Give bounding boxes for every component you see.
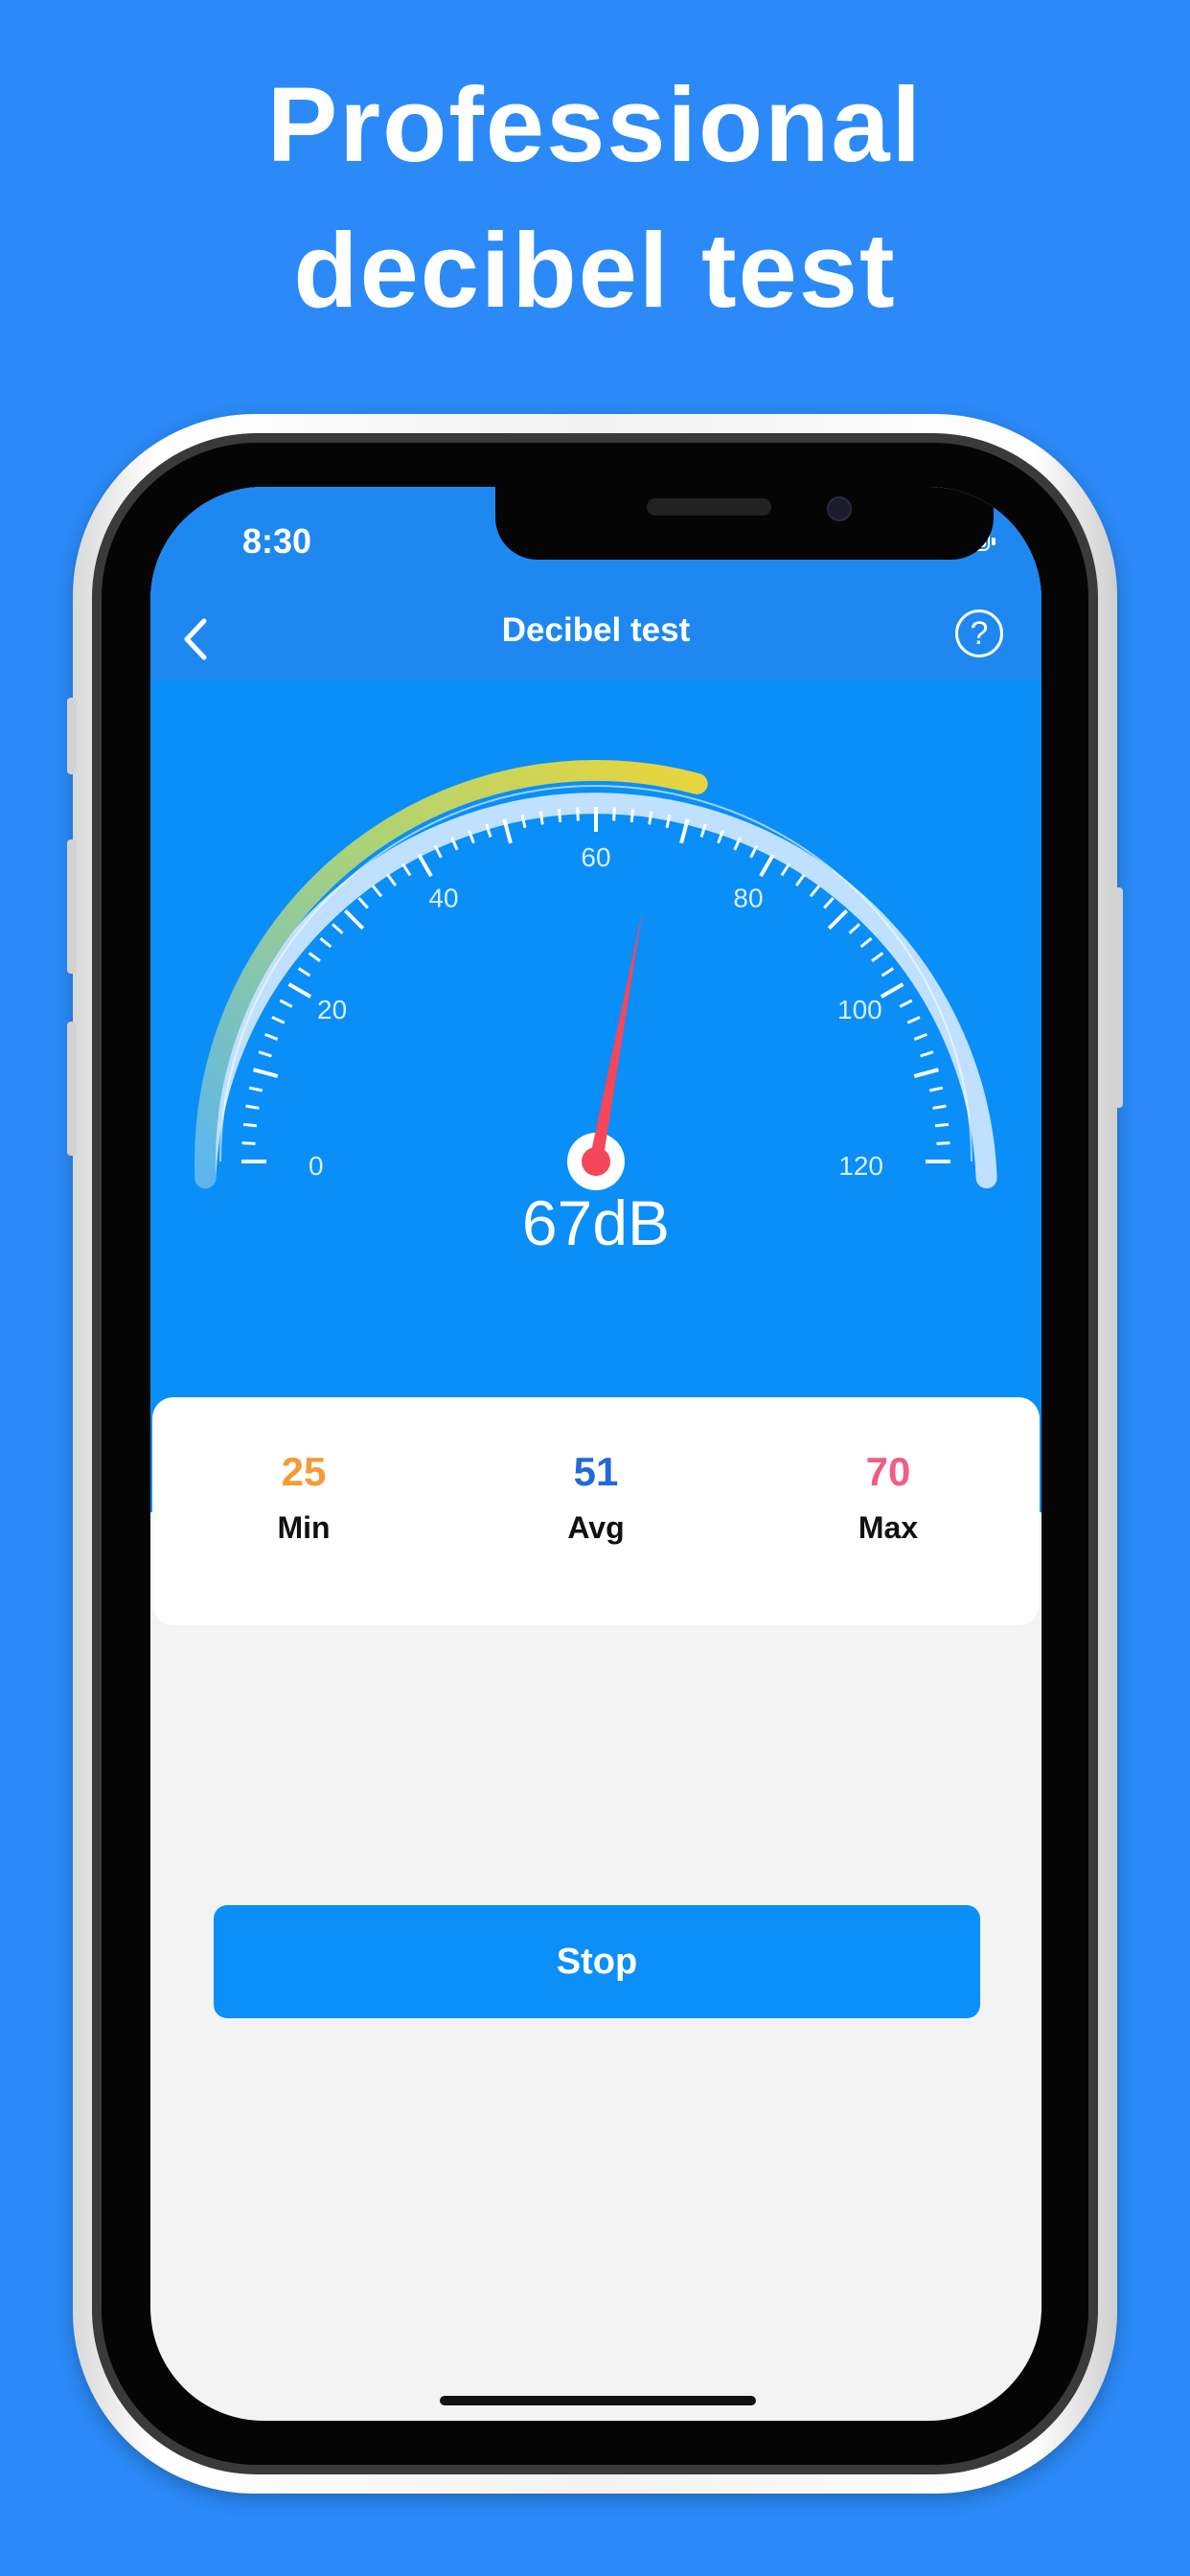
gauge-minor-tick — [258, 1050, 272, 1058]
decibel-reading: 67dB — [521, 1187, 671, 1258]
gauge-major-tick — [880, 982, 904, 999]
stat-min: 25 Min — [160, 1449, 447, 1546]
gauge-major-tick — [417, 853, 433, 878]
help-button[interactable]: ? — [955, 610, 1003, 657]
gauge-minor-tick — [386, 873, 397, 886]
stat-max-value: 70 — [865, 1449, 911, 1494]
gauge-minor-tick — [871, 952, 884, 962]
stat-min-label: Min — [277, 1510, 331, 1545]
stat-max-label: Max — [858, 1510, 919, 1545]
volume-down-button — [67, 1022, 77, 1156]
gauge-minor-tick — [357, 897, 369, 909]
gauge-tick-label: 100 — [837, 995, 882, 1024]
gauge-minor-tick — [920, 1050, 934, 1058]
gauge-minor-tick — [271, 1016, 286, 1024]
gauge-minor-tick — [297, 967, 311, 978]
gauge-minor-tick — [242, 1122, 258, 1128]
stat-avg: 51 Avg — [452, 1449, 740, 1546]
gauge-minor-tick — [934, 1122, 950, 1128]
gauge-major-tick — [759, 853, 775, 878]
gauge-minor-tick — [936, 1141, 950, 1145]
gauge-tick-label: 20 — [317, 995, 347, 1024]
gauge-minor-tick — [401, 862, 412, 877]
gauge-minor-tick — [612, 807, 616, 821]
stat-min-value: 25 — [281, 1449, 327, 1494]
gauge-needle — [589, 907, 644, 1163]
gauge-major-tick — [913, 1068, 939, 1078]
stat-avg-value: 51 — [573, 1449, 619, 1494]
needle-cap — [582, 1147, 610, 1176]
volume-up-button — [67, 840, 77, 974]
gauge-minor-tick — [557, 808, 562, 823]
gauge-minor-tick — [629, 808, 635, 823]
stat-avg-label: Avg — [567, 1510, 625, 1545]
stop-button[interactable]: Stop — [214, 1905, 980, 2018]
gauge-minor-tick — [245, 1104, 260, 1110]
speaker-grille — [647, 498, 771, 516]
gauge-minor-tick — [332, 923, 344, 934]
gauge-minor-tick — [906, 1016, 921, 1024]
app-screen: 8:30 ●●●● Decibel test ? 020406080100120… — [150, 487, 1041, 2421]
gauge-tick-label: 120 — [838, 1151, 883, 1181]
gauge-minor-tick — [795, 873, 806, 886]
front-camera — [827, 496, 852, 521]
home-indicator[interactable] — [440, 2396, 756, 2405]
promo-headline: Professional decibel test — [0, 53, 1190, 344]
gauge-minor-tick — [576, 807, 580, 821]
gauge-minor-tick — [859, 936, 873, 949]
gauge-minor-tick — [319, 936, 332, 949]
page-title: Decibel test — [501, 611, 691, 649]
gauge-minor-tick — [241, 1141, 256, 1145]
gauge-minor-tick — [371, 885, 383, 898]
promo-line-2: decibel test — [293, 212, 897, 330]
gauge-minor-tick — [899, 999, 913, 1008]
gauge-tick-label: 40 — [428, 884, 458, 913]
status-time: 8:30 — [242, 521, 312, 561]
stat-max: 70 Max — [744, 1449, 1032, 1546]
power-button — [1113, 887, 1123, 1108]
gauge-minor-tick — [932, 1104, 947, 1110]
gauge-minor-tick — [308, 952, 321, 962]
silent-switch — [67, 698, 77, 774]
gauge-major-tick — [253, 1068, 279, 1078]
stats-card: 25 Min 51 Avg 70 Max — [152, 1397, 1040, 1625]
gauge-minor-tick — [248, 1086, 263, 1092]
gauge-minor-tick — [928, 1086, 944, 1092]
gauge-tick-label: 0 — [309, 1151, 324, 1181]
gauge-minor-tick — [279, 999, 293, 1008]
gauge-minor-tick — [780, 862, 790, 877]
gauge-major-tick — [343, 908, 365, 931]
gauge-tick-label: 60 — [581, 842, 610, 872]
notch — [495, 487, 994, 560]
gauge-minor-tick — [809, 885, 821, 898]
gauge-major-tick — [287, 982, 312, 999]
gauge-minor-tick — [848, 923, 860, 934]
gauge-minor-tick — [913, 1033, 927, 1041]
gauge-minor-tick — [881, 967, 895, 978]
gauge-minor-tick — [823, 897, 835, 909]
gauge-major-tick — [827, 908, 849, 931]
gauge-minor-tick — [264, 1033, 279, 1041]
gauge-tick-label: 80 — [733, 884, 763, 913]
question-icon: ? — [970, 615, 989, 652]
promo-line-1: Professional — [266, 66, 924, 184]
